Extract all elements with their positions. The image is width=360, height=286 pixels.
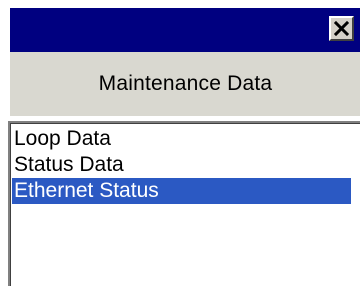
page-title: Maintenance Data	[98, 72, 273, 95]
maintenance-window: Maintenance Data Loop Data Status Data E…	[0, 0, 360, 286]
list-item-ethernet-status[interactable]: Ethernet Status	[12, 178, 351, 204]
close-icon	[334, 21, 349, 36]
data-list-inner: Loop Data Status Data Ethernet Status	[10, 123, 360, 286]
title-bar[interactable]	[10, 8, 360, 52]
header-band: Maintenance Data	[10, 52, 360, 116]
close-button[interactable]	[329, 16, 354, 41]
data-list[interactable]: Loop Data Status Data Ethernet Status	[8, 121, 360, 286]
list-item-loop-data[interactable]: Loop Data	[12, 126, 351, 152]
list-item-status-data[interactable]: Status Data	[12, 152, 351, 178]
